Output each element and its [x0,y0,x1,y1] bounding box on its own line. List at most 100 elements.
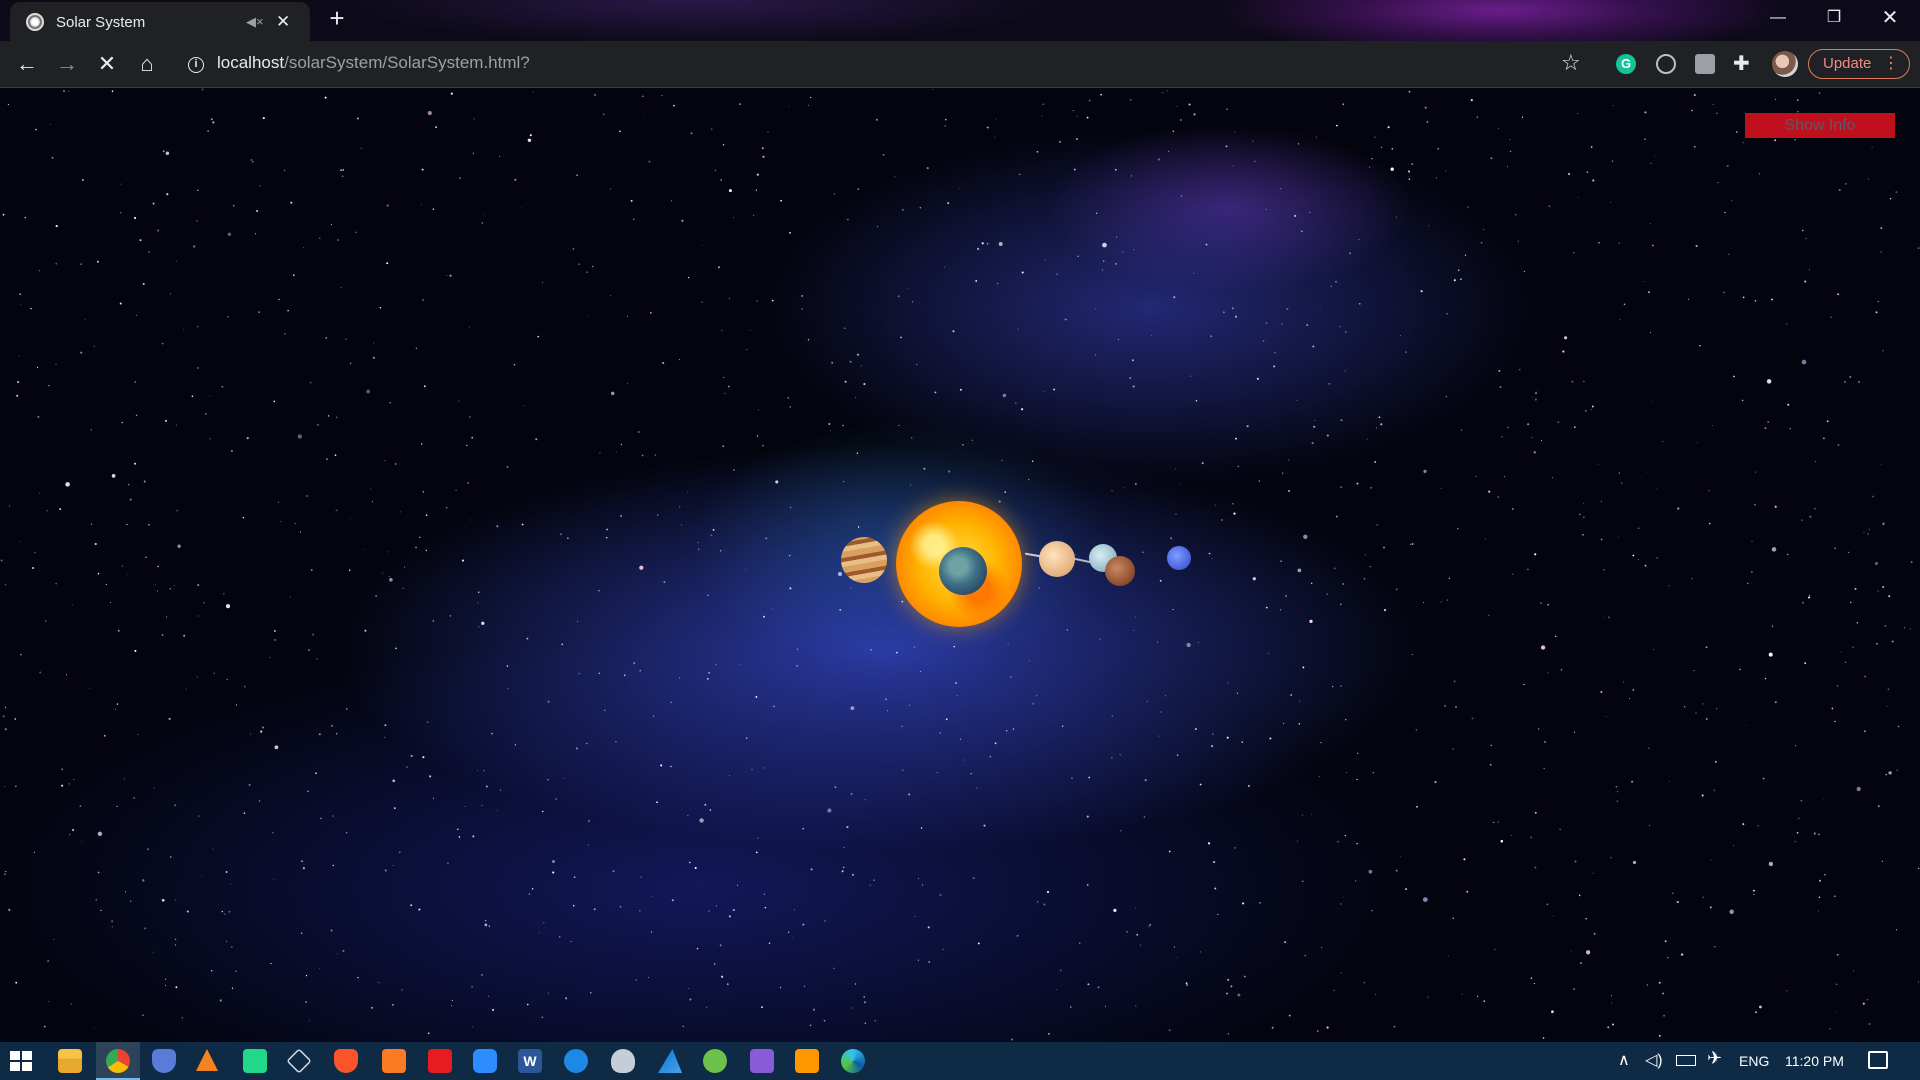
star [207,130,209,132]
star [119,302,122,305]
star [372,356,375,359]
star [1316,136,1317,138]
star [37,415,40,418]
edge-icon[interactable] [841,1049,865,1073]
star [694,866,697,870]
star [198,815,200,817]
star [226,315,229,318]
star [294,522,296,525]
bookmark-star-icon[interactable]: ☆ [1561,50,1581,76]
star [1917,247,1920,249]
chat-icon[interactable] [564,1049,588,1073]
profile-avatar[interactable] [1772,51,1798,77]
star [1739,668,1741,671]
star [1111,490,1113,492]
address-bar[interactable]: localhost/solarSystem/SolarSystem.html? [217,53,530,73]
star [174,944,177,946]
star [1774,505,1777,508]
star [2,715,5,718]
forward-button[interactable]: → [50,47,84,81]
star [319,968,321,970]
star [810,868,813,871]
language-indicator[interactable]: ENG [1739,1053,1769,1069]
back-button[interactable]: ← [10,47,44,81]
visual-studio-icon[interactable] [750,1049,774,1073]
star [401,989,403,991]
star [535,438,538,441]
star [1831,707,1834,710]
update-button[interactable]: Update ⋮ [1808,49,1910,79]
file-explorer-icon[interactable] [58,1049,82,1073]
star [1217,913,1219,916]
tab-solar-system[interactable]: Solar System ◀× ✕ [10,2,310,42]
tray-chevron-up-icon[interactable]: ∧ [1618,1050,1630,1070]
node-icon[interactable] [703,1049,727,1073]
star [578,673,580,675]
chrome-icon[interactable] [106,1049,130,1073]
star [796,664,799,667]
minimize-button[interactable]: — [1750,0,1806,38]
star [68,833,71,836]
star [619,905,622,908]
star [1234,315,1238,318]
azure-icon[interactable] [658,1049,682,1073]
star [1488,490,1491,493]
extensions-puzzle-icon[interactable]: ✚ [1733,51,1750,76]
speaker-muted-icon[interactable]: ◀× [246,14,266,30]
star [531,887,534,890]
star [1584,409,1587,412]
close-window-button[interactable]: ✕ [1862,0,1918,38]
star [305,974,308,977]
zoom-icon[interactable] [473,1049,497,1073]
star [223,593,225,595]
vlc-icon[interactable] [196,1049,218,1071]
3d-cube-icon[interactable] [286,1048,312,1074]
security-shield-icon[interactable] [152,1049,176,1073]
volume-icon[interactable]: ◁) [1645,1050,1663,1070]
star [755,189,758,191]
star [273,400,276,403]
stop-loading-button[interactable]: ✕ [90,47,124,81]
star [864,1022,867,1025]
star [620,443,623,446]
word-icon[interactable]: W [518,1049,542,1073]
star [410,754,413,757]
star [850,706,855,710]
star [1423,469,1427,474]
tab-close-icon[interactable]: ✕ [276,12,290,32]
star [392,864,394,866]
star [648,160,651,163]
star [71,604,73,606]
battery-icon[interactable] [1676,1055,1696,1066]
pycharm-icon[interactable] [243,1049,267,1073]
windows-start-icon[interactable] [10,1051,32,1071]
show-info-button[interactable]: Show Info [1745,113,1895,138]
star [227,232,232,236]
star [1560,669,1563,671]
restore-button[interactable]: ❐ [1806,0,1862,38]
star [828,422,831,426]
notification-center-icon[interactable] [1868,1051,1888,1069]
airplane-mode-icon[interactable]: ✈ [1707,1048,1722,1069]
new-tab-button[interactable]: + [322,4,352,34]
star [679,677,681,679]
mysql-workbench-icon[interactable] [611,1049,635,1073]
star [981,242,984,245]
clock[interactable]: 11:20 PM [1785,1053,1844,1069]
star [751,768,753,771]
home-button[interactable]: ⌂ [130,47,164,81]
xampp-icon[interactable] [382,1049,406,1073]
star [402,587,404,589]
grammarly-extension-icon[interactable]: G [1616,54,1636,74]
extension-square-icon[interactable] [1695,54,1715,74]
star [327,415,330,417]
star [1265,208,1267,211]
sublime-text-icon[interactable] [795,1049,819,1073]
extension-circle-icon[interactable] [1656,54,1676,74]
site-info-icon[interactable]: i [188,57,204,73]
star [529,134,532,137]
star [384,724,387,727]
star [1195,399,1198,402]
acrobat-icon[interactable] [428,1049,452,1073]
brave-icon[interactable] [334,1049,358,1073]
